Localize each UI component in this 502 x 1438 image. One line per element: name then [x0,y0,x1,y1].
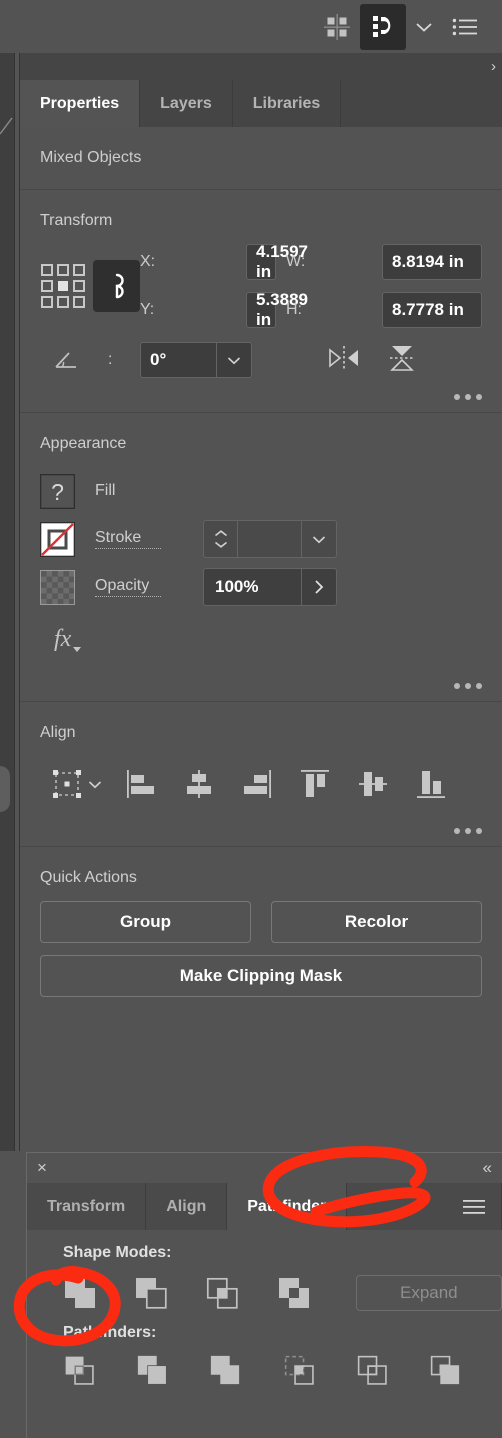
align-more-options[interactable] [40,812,482,846]
panel-drag-handle[interactable] [0,766,10,812]
pathfinders-label: Pathfinders: [63,1324,157,1341]
unite-icon[interactable] [63,1276,134,1310]
align-vertical-center-icon[interactable] [344,767,402,801]
transform-section: Transform X: 4.1597 in W: 8.8194 in Y: 5… [20,190,502,412]
fx-dropdown-caret-icon [73,647,82,652]
fill-label: Fill [95,482,116,499]
properties-workspace-icon[interactable] [360,3,406,50]
trim-icon[interactable] [136,1354,209,1386]
align-left-icon[interactable] [112,767,170,801]
flip-horizontal-icon[interactable] [327,344,361,377]
align-section: Align [20,702,502,846]
transform-more-options[interactable] [40,378,482,412]
appearance-title: Appearance [40,435,127,452]
angle-label: : [108,351,113,368]
group-button[interactable]: Group [40,901,251,943]
fx-effects-button[interactable]: fx [40,611,482,667]
divide-icon[interactable] [63,1354,136,1386]
shape-modes-label: Shape Modes: [63,1244,172,1261]
arrange-documents-icon[interactable] [314,4,360,50]
panel-scroll-right-arrow[interactable]: › [491,58,496,75]
crop-icon[interactable] [283,1354,356,1386]
application-bar [0,0,502,53]
close-icon[interactable]: × [37,1158,47,1178]
tab-layers[interactable]: Layers [140,80,233,127]
tabstrip-filler [341,80,502,127]
minus-front-icon[interactable] [134,1276,205,1310]
appearance-section: Appearance ? Fill Stroke Opacity 100% fx [20,413,502,701]
pathfinder-tabstrip: Transform Align Pathfinder [27,1183,502,1230]
align-to-selection-dropdown[interactable] [40,769,112,799]
rail-diagonal-marker [0,116,14,138]
link-chain-icon[interactable] [93,260,140,312]
recolor-button[interactable]: Recolor [271,901,482,943]
left-collapsed-rail[interactable] [0,53,14,1151]
properties-panel: › Properties Layers Libraries Mixed Obje… [20,53,502,1151]
w-input[interactable]: 8.8194 in [382,244,482,280]
x-input[interactable]: 4.1597 in [246,242,308,281]
make-clipping-mask-button[interactable]: Make Clipping Mask [40,955,482,997]
tab-properties[interactable]: Properties [20,80,141,127]
align-top-icon[interactable] [286,767,344,801]
h-input[interactable]: 8.7778 in [382,292,482,328]
y-input[interactable]: 5.3889 in [246,290,308,329]
tab-libraries[interactable]: Libraries [233,80,342,127]
pathfinder-panel: × « Transform Align Pathfinder Shape Mod… [26,1152,502,1438]
angle-dropdown-chevron-icon[interactable] [216,342,252,378]
align-right-icon[interactable] [228,767,286,801]
exclude-icon[interactable] [277,1276,348,1310]
tab-pathfinder[interactable]: Pathfinder [227,1183,348,1230]
y-label: Y: [140,301,155,318]
merge-icon[interactable] [209,1354,282,1386]
opacity-expand-arrow-icon[interactable] [302,569,336,605]
stroke-label[interactable]: Stroke [95,529,161,549]
minus-back-icon[interactable] [429,1354,502,1386]
rotation-angle-icon [40,350,108,370]
pathfinder-panel-menu-button[interactable] [347,1183,502,1230]
stroke-weight-stepper[interactable] [203,520,337,558]
align-horizontal-center-icon[interactable] [170,767,228,801]
fill-swatch-button[interactable]: ? [40,473,80,509]
h-label: H: [286,301,302,318]
tab-transform[interactable]: Transform [27,1183,147,1230]
stroke-weight-input[interactable] [238,521,302,557]
opacity-swatch-button[interactable] [40,569,80,605]
outline-icon[interactable] [356,1354,429,1386]
fx-label: fx [54,625,72,652]
quick-actions-section: Quick Actions Group Recolor Make Clippin… [20,847,502,1009]
transform-title: Transform [40,212,113,229]
selection-status: Mixed Objects [40,149,142,166]
stroke-swatch-button[interactable] [40,521,80,557]
svg-text:?: ? [51,479,64,505]
w-label: W: [286,253,306,270]
chevron-down-icon[interactable] [406,4,442,50]
panel-title-bar: › [20,53,502,80]
panel-tabstrip: Properties Layers Libraries [20,80,502,127]
panel-menu-icon [463,1199,485,1214]
opacity-input[interactable]: 100% [204,569,302,605]
stroke-weight-arrows[interactable] [204,521,238,557]
expand-button[interactable]: Expand [355,1275,502,1311]
intersect-icon[interactable] [205,1276,276,1310]
stroke-weight-dropdown-chevron-icon[interactable] [302,521,336,557]
appearance-more-options[interactable] [40,667,482,701]
angle-input[interactable]: 0° [140,342,216,378]
quick-actions-title: Quick Actions [40,869,137,886]
opacity-label[interactable]: Opacity [95,577,161,597]
chevron-down-icon [88,780,101,788]
pathfinder-panel-bar: × « [27,1153,502,1183]
flip-vertical-icon[interactable] [387,343,417,378]
x-label: X: [140,253,156,270]
align-title: Align [40,724,76,741]
menu-list-icon[interactable] [442,4,488,50]
align-bottom-icon[interactable] [402,767,460,801]
tab-align[interactable]: Align [146,1183,228,1230]
opacity-field[interactable]: 100% [203,568,337,606]
collapse-double-chevron-icon[interactable]: « [483,1158,492,1178]
